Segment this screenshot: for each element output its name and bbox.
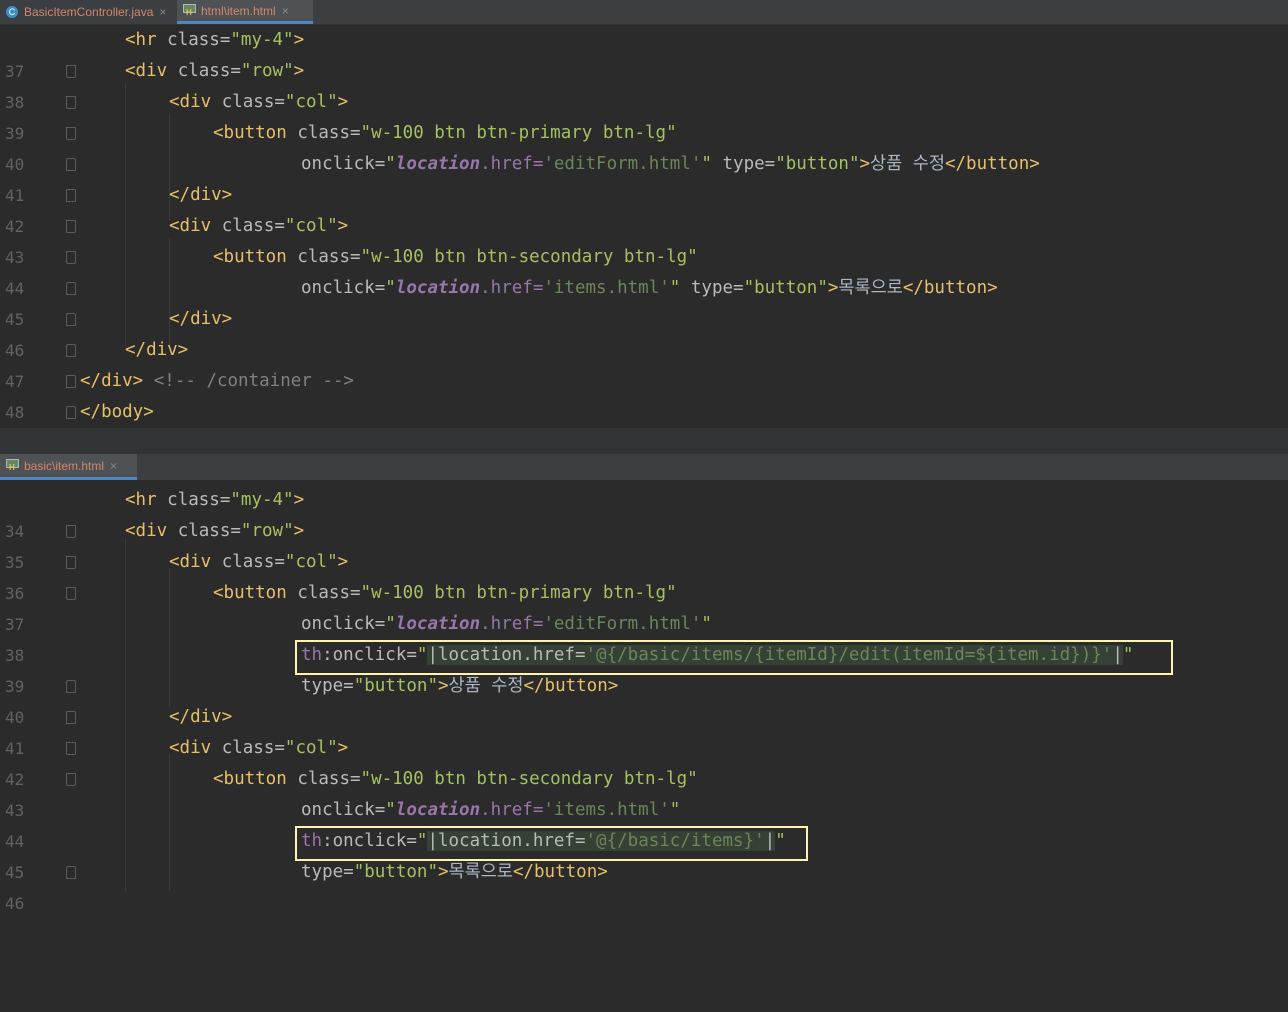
bottom-tab-bar: basic\item.html × <box>0 454 1288 480</box>
fold-icon[interactable] <box>66 866 76 879</box>
code-line: 35 <div class="row"> <box>0 516 1288 572</box>
fold-icon[interactable] <box>66 742 76 755</box>
close-icon[interactable]: × <box>110 459 117 473</box>
html-file-icon <box>6 459 19 472</box>
fold-icon[interactable] <box>66 127 76 140</box>
bottom-editor[interactable]: 34 <hr class="my-4"> 35 <div class="row"… <box>0 480 1288 913</box>
line-number: 46 <box>5 894 25 913</box>
top-tab-bar: C BasicItemController.java × html\item.h… <box>0 0 1288 25</box>
tab-label: basic\item.html <box>24 458 105 473</box>
fold-icon[interactable] <box>66 587 76 600</box>
fold-icon[interactable] <box>66 525 76 538</box>
fold-icon[interactable] <box>66 282 76 295</box>
code-line: 38 onclick="location.href='editForm.html… <box>0 609 1288 665</box>
code-line: 41 </div> <box>0 702 1288 758</box>
code-line: 44 <button class="w-100 btn btn-secondar… <box>0 242 1288 298</box>
tab-label: BasicItemController.java <box>24 5 154 19</box>
code-line: 38 <div class="row"> <box>0 56 1288 112</box>
code-line: 42 </div> <box>0 180 1288 236</box>
code-line: 43 <div class="col"> <box>0 211 1288 267</box>
tab-basic-item[interactable]: basic\item.html × <box>0 454 137 480</box>
code-line: 45 onclick="location.href='items.html'" … <box>0 273 1288 329</box>
tab-basic-item-controller[interactable]: C BasicItemController.java × <box>0 0 175 24</box>
code-line: 43 <button class="w-100 btn btn-secondar… <box>0 764 1288 820</box>
code-line: 42 <div class="col"> <box>0 733 1288 789</box>
fold-icon[interactable] <box>66 773 76 786</box>
code-line: 49 </body> <box>0 397 1288 453</box>
code-line: 46 </div> <box>0 304 1288 360</box>
fold-icon[interactable] <box>66 556 76 569</box>
code-line: 48 </div> <!-- /container --> <box>0 366 1288 422</box>
code-text: type= <box>301 862 354 882</box>
fold-icon[interactable] <box>66 344 76 357</box>
fold-icon[interactable] <box>66 406 76 419</box>
code-line: 47 </div> <box>0 335 1288 391</box>
fold-icon[interactable] <box>66 680 76 693</box>
close-icon[interactable]: × <box>282 4 289 18</box>
fold-icon[interactable] <box>66 220 76 233</box>
code-line: 36 <div class="col"> <box>0 547 1288 603</box>
java-class-icon: C <box>6 6 18 18</box>
fold-icon[interactable] <box>66 375 76 388</box>
fold-icon[interactable] <box>66 251 76 264</box>
tab-html-item[interactable]: html\item.html × <box>177 0 313 24</box>
code-line: 45 th:onclick="|location.href='@{/basic/… <box>0 826 1288 882</box>
code-line: 40 <button class="w-100 btn btn-primary … <box>0 118 1288 174</box>
code-line: 44 onclick="location.href='items.html'" <box>0 795 1288 851</box>
fold-icon[interactable] <box>66 96 76 109</box>
code-line: 39 th:onclick="|location.href='@{/basic/… <box>0 640 1288 696</box>
code-line: 37 <button class="w-100 btn btn-primary … <box>0 578 1288 634</box>
fold-icon[interactable] <box>66 65 76 78</box>
code-line: 34 <hr class="my-4"> <box>0 485 1288 541</box>
code-line: 39 <div class="col"> <box>0 87 1288 143</box>
fold-icon[interactable] <box>66 158 76 171</box>
top-editor[interactable]: 37 <hr class="my-4"> 38 <div class="row"… <box>0 25 1288 453</box>
fold-icon[interactable] <box>66 313 76 326</box>
fold-icon[interactable] <box>66 189 76 202</box>
fold-icon[interactable] <box>66 711 76 724</box>
code-line: 46 type="button">목록으로</button> <box>0 857 1288 913</box>
html-file-icon <box>183 4 196 17</box>
tab-label: html\item.html <box>201 3 276 18</box>
code-line: 40 type="button">상품 수정</button> <box>0 671 1288 727</box>
close-icon[interactable]: × <box>159 5 166 19</box>
code-line: 41 onclick="location.href='editForm.html… <box>0 149 1288 205</box>
editor-separator <box>0 428 1288 454</box>
code-line: 37 <hr class="my-4"> <box>0 25 1288 81</box>
